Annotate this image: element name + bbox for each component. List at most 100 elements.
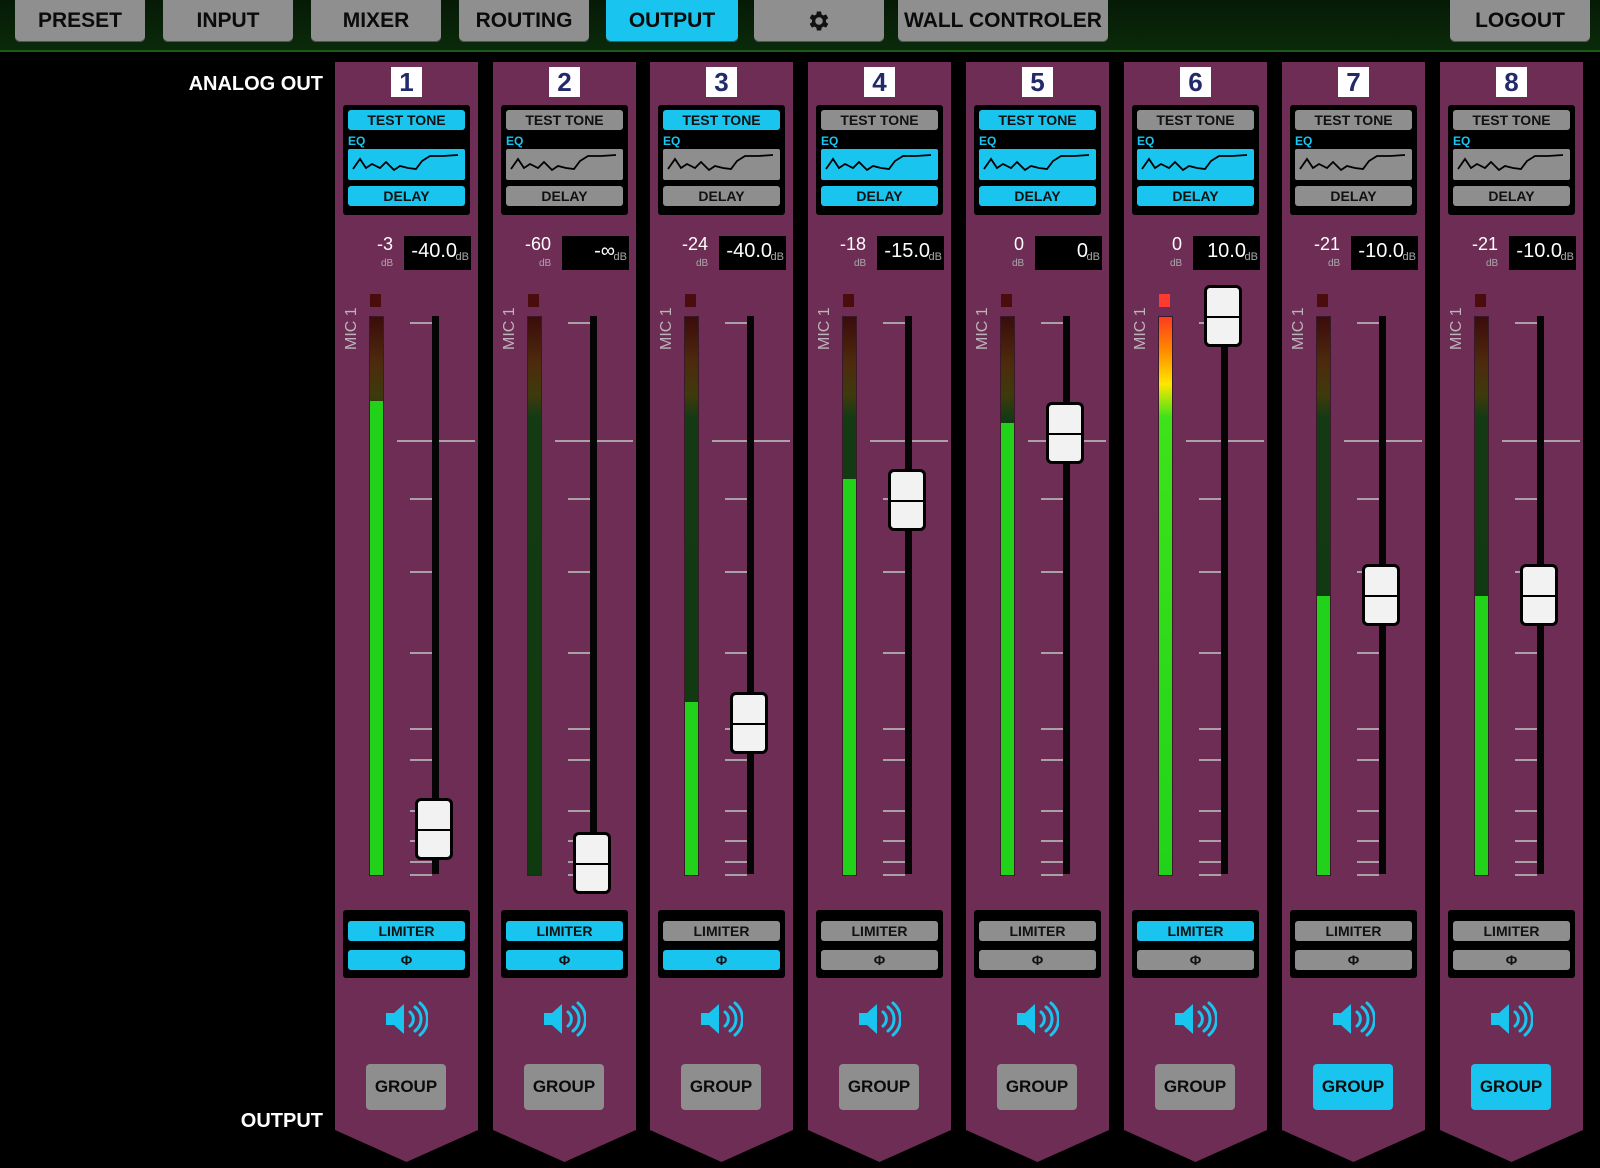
phase-invert-button[interactable]: Φ [1137,950,1254,970]
gain-field[interactable]: -15.0 dB [877,236,944,270]
phase-invert-button[interactable]: Φ [1453,950,1570,970]
fader-handle[interactable] [888,469,926,532]
delay-button[interactable]: DELAY [348,186,465,206]
group-button[interactable]: GROUP [1313,1064,1393,1110]
fader-handle[interactable] [1046,402,1084,465]
fader-scale-tick [410,571,432,573]
tab-settings[interactable] [754,0,884,42]
tab-output[interactable]: OUTPUT [606,0,738,42]
test-tone-button[interactable]: TEST TONE [663,110,780,130]
speaker-icon [1175,1001,1218,1037]
eq-button[interactable] [979,149,1096,180]
fader-track[interactable] [1063,316,1070,874]
limiter-button[interactable]: LIMITER [1453,921,1570,941]
fader-track[interactable] [590,316,597,874]
mute-button[interactable] [857,999,902,1044]
gain-field[interactable]: 0 dB [1035,236,1102,270]
test-tone-button[interactable]: TEST TONE [1453,110,1570,130]
eq-button[interactable] [663,149,780,180]
tab-wall-controller[interactable]: WALL CONTROLER [898,0,1108,42]
logout-button[interactable]: LOGOUT [1450,0,1590,42]
section-label-analog-out: ANALOG OUT [188,73,323,95]
delay-button[interactable]: DELAY [506,186,623,206]
mute-button[interactable] [384,999,429,1044]
phase-invert-button[interactable]: Φ [1295,950,1412,970]
delay-button[interactable]: DELAY [821,186,938,206]
eq-button[interactable] [348,149,465,180]
limiter-button[interactable]: LIMITER [821,921,938,941]
level-meter [1474,316,1489,876]
channel-strip: 6 TEST TONE EQ DELAY 0 dB 10.0 dB MIC 1 LIMITER Φ G… [1124,62,1267,1162]
limiter-button[interactable]: LIMITER [506,921,623,941]
test-tone-button[interactable]: TEST TONE [979,110,1096,130]
limiter-button[interactable]: LIMITER [979,921,1096,941]
fader-handle[interactable] [573,831,611,894]
mute-button[interactable] [699,999,744,1044]
test-tone-button[interactable]: TEST TONE [821,110,938,130]
fader-scale-tick [725,759,747,761]
tab-input[interactable]: INPUT [163,0,293,42]
mute-button[interactable] [1015,999,1060,1044]
fader-handle[interactable] [730,692,768,755]
tab-mixer[interactable]: MIXER [311,0,441,42]
phase-invert-button[interactable]: Φ [663,950,780,970]
gain-field[interactable]: -∞ dB [562,236,629,270]
fader-track[interactable] [905,316,912,874]
test-tone-button[interactable]: TEST TONE [1137,110,1254,130]
limiter-button[interactable]: LIMITER [348,921,465,941]
eq-button[interactable] [1453,149,1570,180]
group-button[interactable]: GROUP [1155,1064,1235,1110]
group-button[interactable]: GROUP [1471,1064,1551,1110]
test-tone-button[interactable]: TEST TONE [506,110,623,130]
phase-invert-button[interactable]: Φ [979,950,1096,970]
group-button[interactable]: GROUP [366,1064,446,1110]
gain-unit: dB [1402,251,1416,263]
eq-button[interactable] [1295,149,1412,180]
fader-handle[interactable] [1520,564,1558,626]
group-button[interactable]: GROUP [997,1064,1077,1110]
eq-button[interactable] [821,149,938,180]
gain-field[interactable]: -10.0 dB [1509,236,1576,270]
level-meter [527,316,542,876]
mute-button[interactable] [1173,999,1218,1044]
channel-number: 4 [864,67,895,97]
delay-button[interactable]: DELAY [1295,186,1412,206]
phase-invert-button[interactable]: Φ [506,950,623,970]
tab-preset[interactable]: PRESET [15,0,145,42]
gain-field[interactable]: -40.0 dB [719,236,786,270]
fader-scale-tick [568,728,590,730]
mute-button[interactable] [542,999,587,1044]
delay-button[interactable]: DELAY [979,186,1096,206]
delay-button[interactable]: DELAY [1453,186,1570,206]
group-button[interactable]: GROUP [524,1064,604,1110]
limiter-button[interactable]: LIMITER [663,921,780,941]
group-button[interactable]: GROUP [839,1064,919,1110]
test-tone-button[interactable]: TEST TONE [348,110,465,130]
mute-button[interactable] [1331,999,1376,1044]
fader-handle[interactable] [1362,564,1400,626]
input-source-text: MIC 1 [1290,307,1307,350]
fader-track[interactable] [747,316,754,874]
gain-field[interactable]: -40.0 dB [404,236,471,270]
fader-handle[interactable] [415,798,453,861]
gain-field[interactable]: 10.0 dB [1193,236,1260,270]
fader-scale-tick [1041,861,1063,863]
delay-button[interactable]: DELAY [1137,186,1254,206]
eq-button[interactable] [1137,149,1254,180]
input-source-label: MIC 1 [341,300,363,360]
mute-button[interactable] [1489,999,1534,1044]
fader-handle[interactable] [1204,285,1242,347]
limiter-button[interactable]: LIMITER [1137,921,1254,941]
eq-button[interactable] [506,149,623,180]
fader-track[interactable] [1221,316,1228,874]
group-button[interactable]: GROUP [681,1064,761,1110]
gain-field[interactable]: -10.0 dB [1351,236,1418,270]
limiter-button[interactable]: LIMITER [1295,921,1412,941]
test-tone-button[interactable]: TEST TONE [1295,110,1412,130]
fader-track[interactable] [432,316,439,874]
fader-scale-tick [883,728,905,730]
phase-invert-button[interactable]: Φ [348,950,465,970]
delay-button[interactable]: DELAY [663,186,780,206]
phase-invert-button[interactable]: Φ [821,950,938,970]
tab-routing[interactable]: ROUTING [459,0,589,42]
